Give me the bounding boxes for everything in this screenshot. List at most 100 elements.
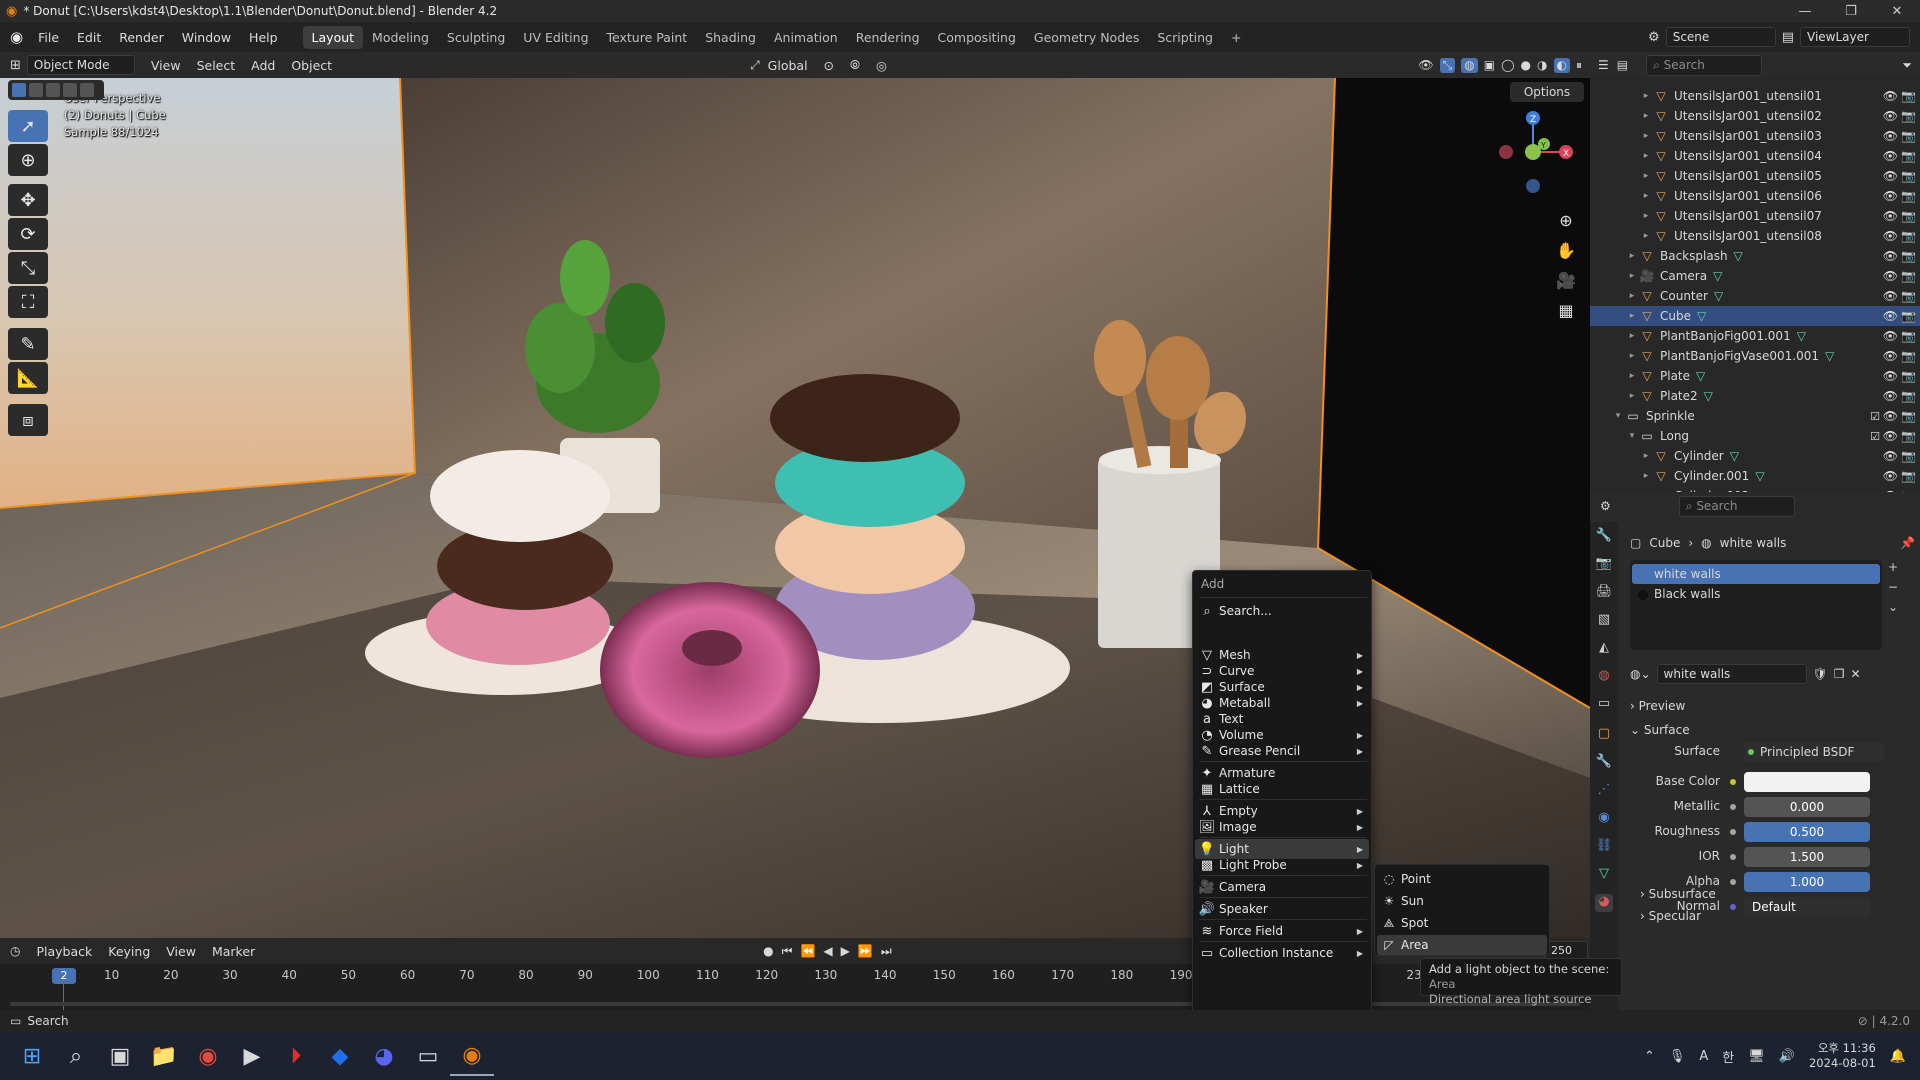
slot-specials-button[interactable]: ⌄ — [1888, 600, 1898, 614]
mesh-data-icon[interactable]: ▽ — [1713, 269, 1722, 283]
auto-keying-icon[interactable]: ● — [763, 944, 773, 959]
add-menu-item-speaker[interactable]: 🔊 Speaker — [1195, 899, 1369, 919]
add-cube-tool[interactable]: ⧈ — [8, 404, 48, 436]
xray-icon[interactable]: ▣ — [1484, 58, 1495, 73]
filter-icon[interactable]: ⏷ — [1902, 58, 1912, 73]
outliner-row[interactable]: ▸ ▽ Counter ▽ 👁 📷 — [1590, 286, 1920, 306]
overlay-toggle-icon[interactable]: ◍ — [1461, 57, 1478, 73]
outliner-row[interactable]: ▸ ▽ UtensilsJar001_utensil06 👁 📷 — [1590, 186, 1920, 206]
outliner-row[interactable]: ▸ ▽ UtensilsJar001_utensil03 👁 📷 — [1590, 126, 1920, 146]
measure-tool[interactable]: 📐 — [8, 362, 48, 394]
eye-icon[interactable]: 👁 — [1883, 449, 1898, 463]
expand-chevron-icon[interactable]: ▸ — [1626, 391, 1638, 401]
properties-search[interactable]: ⌕ Search — [1678, 495, 1795, 517]
menu-playback[interactable]: Playback — [28, 942, 100, 961]
add-menu-item-force-field[interactable]: ≋ Force Field ▶ — [1195, 921, 1369, 941]
view-layer-selector[interactable]: ViewLayer — [1800, 27, 1910, 47]
eye-icon[interactable]: 👁 — [1883, 409, 1898, 423]
preview-panel-header[interactable]: › Preview — [1630, 696, 1685, 716]
eye-icon[interactable]: 👁 — [1883, 369, 1898, 383]
navigation-gizmo[interactable]: Z X Y — [1490, 108, 1576, 194]
menu-add[interactable]: Add — [243, 56, 283, 75]
collection-tab-icon[interactable]: ▭ — [1595, 696, 1613, 714]
add-menu-item-collection-instance[interactable]: ▭ Collection Instance ▶ — [1195, 943, 1369, 963]
exclude-checkbox[interactable]: ☑ — [1870, 410, 1880, 423]
light-spot-item[interactable]: ⟁ Spot — [1377, 913, 1547, 933]
jump-start-icon[interactable]: ⏮ — [782, 944, 793, 959]
outliner-row[interactable]: ▸ ▽ Plate2 ▽ 👁 📷 — [1590, 386, 1920, 406]
outliner-row[interactable]: ▸ ▽ UtensilsJar001_utensil02 👁 📷 — [1590, 106, 1920, 126]
tab-animation[interactable]: Animation — [765, 26, 847, 49]
add-menu-search[interactable]: ⌕ Search... — [1195, 601, 1369, 621]
scene-tab-icon[interactable]: ◭ — [1595, 640, 1613, 658]
eye-icon[interactable]: 👁 — [1883, 349, 1898, 363]
file-explorer-icon[interactable]: 📁 — [142, 1036, 186, 1076]
base-color-field[interactable] — [1744, 772, 1870, 792]
menu-keying[interactable]: Keying — [100, 942, 158, 961]
menu-timeline-view[interactable]: View — [158, 942, 204, 961]
snap-icon[interactable]: ⦾ — [842, 55, 868, 75]
expand-chevron-icon[interactable]: ▸ — [1640, 91, 1652, 101]
mesh-data-icon[interactable]: ▽ — [1696, 369, 1705, 383]
expand-chevron-icon[interactable]: ▸ — [1626, 351, 1638, 361]
eye-icon[interactable]: 👁 — [1883, 129, 1898, 143]
eye-icon[interactable]: 👁 — [1883, 189, 1898, 203]
mesh-data-icon[interactable]: ▽ — [1755, 469, 1764, 483]
close-button[interactable]: ✕ — [1874, 4, 1920, 19]
render-camera-icon[interactable]: 📷 — [1901, 109, 1916, 123]
render-camera-icon[interactable]: 📷 — [1901, 429, 1916, 443]
render-tab-icon[interactable]: 📷 — [1595, 556, 1613, 574]
tab-rendering[interactable]: Rendering — [847, 26, 929, 49]
minimize-button[interactable]: — — [1782, 4, 1828, 19]
volume-icon[interactable]: 🔊 — [1779, 1049, 1795, 1064]
render-camera-icon[interactable]: 📷 — [1901, 149, 1916, 163]
next-keyframe-icon[interactable]: ⏩ — [858, 944, 873, 959]
outliner-row[interactable]: ▸ ▽ UtensilsJar001_utensil05 👁 📷 — [1590, 166, 1920, 186]
pan-hand-icon[interactable]: ✋ — [1552, 236, 1580, 264]
outliner-editor-icon[interactable]: ☰ — [1598, 58, 1609, 72]
select-intersect-icon[interactable] — [80, 83, 94, 97]
menu-object[interactable]: Object — [283, 56, 340, 75]
tab-shading[interactable]: Shading — [696, 26, 765, 49]
outliner-row[interactable]: ▸ ▽ Backsplash ▽ 👁 📷 — [1590, 246, 1920, 266]
expand-chevron-icon[interactable]: ▸ — [1640, 131, 1652, 141]
input-socket-icon[interactable] — [1730, 879, 1736, 885]
render-camera-icon[interactable]: 📷 — [1901, 249, 1916, 263]
tray-overflow-icon[interactable]: ⌃ — [1644, 1049, 1655, 1064]
exclude-checkbox[interactable]: ☑ — [1870, 430, 1880, 443]
pin-icon[interactable]: 📌 — [1900, 536, 1915, 550]
select-subtract-icon[interactable] — [46, 83, 60, 97]
add-menu-item-image[interactable]: 🖼 Image ▶ — [1195, 817, 1369, 837]
options-dropdown[interactable]: Options — [1510, 82, 1584, 102]
menu-marker[interactable]: Marker — [204, 942, 263, 961]
fake-user-icon[interactable]: 🛡 — [1813, 667, 1828, 681]
render-camera-icon[interactable]: 📷 — [1901, 449, 1916, 463]
pivot-point-icon[interactable]: ⊙ — [816, 56, 842, 75]
maximize-button[interactable]: ❐ — [1828, 4, 1874, 19]
material-browse-icon[interactable]: ◍⌄ — [1630, 667, 1651, 681]
mesh-data-icon[interactable]: ▽ — [1714, 289, 1723, 303]
eye-icon[interactable]: 👁 — [1883, 89, 1898, 103]
mesh-data-icon[interactable]: ▽ — [1825, 349, 1834, 363]
outliner-row[interactable]: ▸ ▽ Plate ▽ 👁 📷 — [1590, 366, 1920, 386]
outliner-search[interactable]: ⌕ Search — [1646, 54, 1763, 76]
add-slot-button[interactable]: + — [1888, 560, 1898, 574]
roughness-field[interactable]: 0.500 — [1744, 822, 1870, 842]
eye-icon[interactable]: 👁 — [1883, 329, 1898, 343]
visibility-icon[interactable]: 👁 — [1418, 58, 1433, 73]
move-tool[interactable]: ✥ — [8, 184, 48, 216]
expand-chevron-icon[interactable]: ▸ — [1640, 471, 1652, 481]
select-invert-icon[interactable] — [63, 83, 77, 97]
prev-keyframe-icon[interactable]: ⏪ — [800, 944, 815, 959]
expand-chevron-icon[interactable]: ▸ — [1640, 231, 1652, 241]
jump-end-icon[interactable]: ⏭ — [881, 944, 892, 959]
blender-taskbar-icon[interactable]: ◉ — [450, 1036, 494, 1076]
mesh-data-icon[interactable]: ▽ — [1734, 249, 1743, 263]
world-tab-icon[interactable]: ◍ — [1595, 668, 1613, 686]
annotate-tool[interactable]: ✎ — [8, 328, 48, 360]
dev-tools-icon[interactable]: ◆ — [318, 1036, 362, 1076]
notification-icon[interactable]: 🔔 — [1890, 1049, 1906, 1064]
tab-scripting[interactable]: Scripting — [1148, 26, 1222, 49]
eye-icon[interactable]: 👁 — [1883, 389, 1898, 403]
eye-icon[interactable]: 👁 — [1883, 429, 1898, 443]
